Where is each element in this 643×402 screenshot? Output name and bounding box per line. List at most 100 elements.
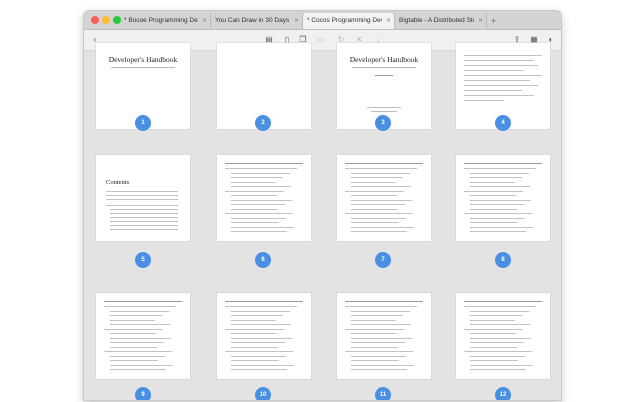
text-line xyxy=(351,333,397,334)
page-number-badge: 11 xyxy=(375,387,391,400)
text-line xyxy=(470,217,525,219)
text-line xyxy=(470,195,516,196)
text-line xyxy=(345,190,404,192)
text-line xyxy=(231,342,285,343)
text-line xyxy=(231,369,287,370)
text-line xyxy=(231,355,286,357)
text-line xyxy=(464,306,536,307)
page-thumbnail-11[interactable] xyxy=(337,293,431,379)
text-line xyxy=(351,186,411,187)
text-line xyxy=(470,324,530,325)
toc-line xyxy=(110,221,178,222)
text-line xyxy=(225,328,284,330)
page-number-badge: 5 xyxy=(135,252,151,268)
text-line xyxy=(231,324,291,325)
text-line xyxy=(464,168,536,169)
text-line xyxy=(464,85,538,86)
page-number-badge: 8 xyxy=(495,252,511,268)
text-line xyxy=(225,213,293,214)
tab-close-icon[interactable]: ✕ xyxy=(294,13,299,29)
page-header-rule xyxy=(225,301,303,302)
text-line xyxy=(231,360,279,361)
text-line xyxy=(231,217,286,219)
text-line xyxy=(351,222,399,223)
page-title: Contents xyxy=(106,179,130,186)
text-line xyxy=(231,337,292,339)
page-thumbnail-10[interactable] xyxy=(217,293,311,379)
text-line xyxy=(104,306,176,307)
text-line xyxy=(470,364,533,366)
page-number-badge: 4 xyxy=(495,115,511,131)
new-tab-button[interactable]: + xyxy=(487,13,507,29)
tab-close-icon[interactable]: ✕ xyxy=(478,13,483,29)
text-line xyxy=(110,319,155,321)
tab-bar: * Bocoe Programming Developer... ✕ You C… xyxy=(84,11,561,30)
toc-line xyxy=(106,191,178,192)
text-line xyxy=(110,324,170,325)
text-line xyxy=(231,172,290,174)
toc-line xyxy=(110,229,178,230)
text-line xyxy=(231,231,287,232)
text-line xyxy=(351,315,403,316)
page-title: Developer's Handbook xyxy=(108,55,178,64)
minimize-window-button[interactable] xyxy=(102,16,110,24)
text-line xyxy=(345,213,413,214)
title-rule xyxy=(111,67,175,68)
text-line xyxy=(231,199,292,201)
page-header-rule xyxy=(104,301,182,302)
text-line xyxy=(464,75,542,76)
text-line xyxy=(470,181,515,183)
text-line xyxy=(231,226,294,228)
tab-cocos-active[interactable]: * Cocos Programming Develope... ✕ xyxy=(303,13,395,29)
title-rule xyxy=(352,67,416,68)
text-line xyxy=(110,346,157,348)
text-line xyxy=(351,208,398,210)
toc-line xyxy=(106,195,178,196)
page-number-badge: 1 xyxy=(135,115,151,131)
text-line xyxy=(464,90,522,91)
page-number-badge: 6 xyxy=(255,252,271,268)
text-line xyxy=(470,369,526,370)
text-line xyxy=(470,342,524,343)
text-line xyxy=(345,306,417,307)
text-line xyxy=(351,172,410,174)
close-window-button[interactable] xyxy=(91,16,99,24)
clipboard-icon[interactable]: ▭ xyxy=(314,33,328,47)
text-line xyxy=(470,208,517,210)
page-number-badge: 9 xyxy=(135,387,151,400)
tab-bocoe[interactable]: * Bocoe Programming Developer... ✕ xyxy=(120,13,211,29)
text-line xyxy=(351,217,406,219)
text-line xyxy=(225,168,297,169)
text-line xyxy=(231,204,285,205)
page-number-badge: 12 xyxy=(495,387,511,400)
page-thumbnail-7[interactable] xyxy=(337,155,431,241)
text-line xyxy=(351,226,414,228)
page-header-rule xyxy=(345,163,423,164)
page-thumbnail-9[interactable] xyxy=(96,293,190,379)
toc-line xyxy=(106,205,178,206)
text-line xyxy=(231,346,278,348)
text-line xyxy=(470,226,533,228)
page-grid: Developer's Handbook Developer's Handboo… xyxy=(84,43,561,400)
text-line xyxy=(110,310,169,312)
tab-draw[interactable]: You Can Draw in 30 Days copy ✕ xyxy=(211,13,303,29)
text-line xyxy=(470,346,517,348)
tab-bigtable[interactable]: Bigtable - A Distributed Storage... ✕ xyxy=(395,13,487,29)
page-thumbnail-8[interactable] xyxy=(456,155,550,241)
text-line xyxy=(464,190,523,192)
tab-close-icon[interactable]: ✕ xyxy=(202,13,207,29)
page-thumbnail-6[interactable] xyxy=(217,155,311,241)
text-line xyxy=(231,177,283,178)
text-line xyxy=(110,315,162,316)
text-line xyxy=(470,319,515,321)
text-line xyxy=(225,306,297,307)
text-line xyxy=(351,231,407,232)
plus-icon: + xyxy=(491,16,497,26)
toc-line xyxy=(110,217,178,218)
text-line xyxy=(470,204,524,205)
tab-close-icon[interactable]: ✕ xyxy=(386,13,391,29)
text-line xyxy=(464,100,504,101)
page-thumbnail-12[interactable] xyxy=(456,293,550,379)
text-line xyxy=(231,315,283,316)
page-thumbnail-5[interactable]: Contents xyxy=(96,155,190,241)
